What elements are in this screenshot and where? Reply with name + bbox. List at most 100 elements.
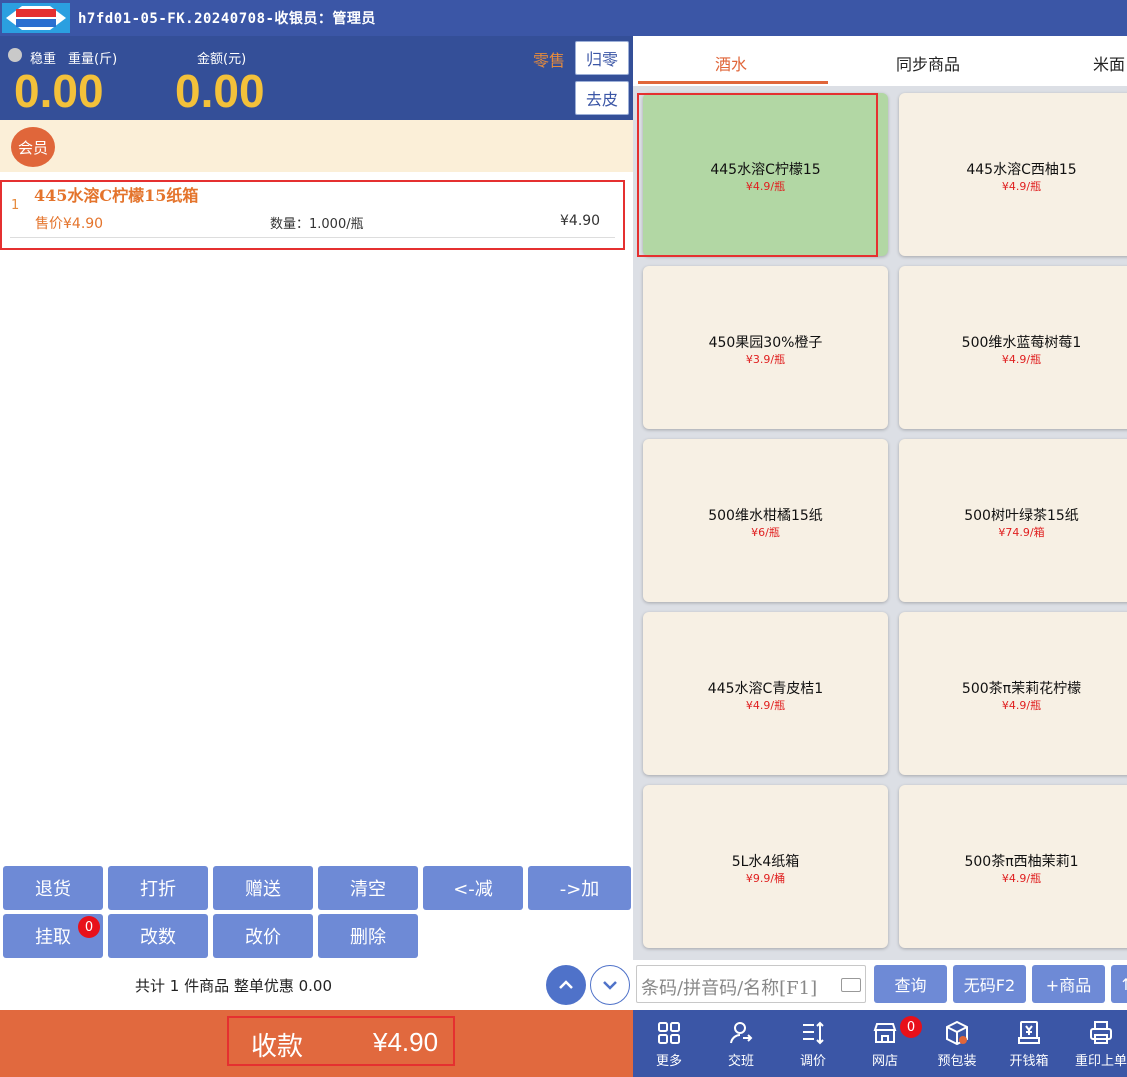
increase-button[interactable]: ->加 [528, 866, 631, 910]
member-bar: 会员 [0, 120, 633, 172]
grid-icon [658, 1022, 680, 1044]
store-icon [873, 1023, 897, 1043]
price-adjust-button[interactable]: 调价 [777, 1010, 849, 1077]
decrease-button[interactable]: <-减 [423, 866, 523, 910]
bottom-toolbar: 更多 交班 调价 网店 0 预包装 开钱箱 重印上单 [633, 1010, 1127, 1077]
no-code-button[interactable]: 无码F2 [953, 965, 1026, 1003]
item-quantity: 数量：1.000/瓶 [270, 217, 364, 232]
zero-button[interactable]: 归零 [575, 41, 629, 75]
open-cashbox-button[interactable]: 开钱箱 [993, 1010, 1065, 1077]
more-button[interactable]: 更多 [633, 1010, 705, 1077]
return-button[interactable]: 退货 [3, 866, 103, 910]
product-card[interactable]: 500树叶绿茶15纸 ¥74.9/箱 [899, 439, 1127, 602]
cashbox-label: 开钱箱 [1009, 1054, 1049, 1069]
cashbox-icon [1018, 1021, 1040, 1044]
chevron-down-icon [603, 981, 617, 990]
tare-button[interactable]: 去皮 [575, 81, 629, 115]
checkout-bar: 收款 ¥4.90 [0, 1010, 633, 1077]
more-label: 更多 [655, 1054, 682, 1069]
item-divider [10, 237, 615, 238]
reprint-button[interactable]: 重印上单 [1065, 1010, 1127, 1077]
tab-sync-products[interactable]: 同步商品 [896, 51, 960, 75]
window-title: h7fd01-05-FK.20240708-收银员：管理员 [78, 11, 376, 27]
tab-rice-noodles[interactable]: 米面 [1093, 51, 1125, 75]
product-price: ¥6/瓶 [751, 526, 780, 539]
product-card[interactable]: 5L水4纸箱 ¥9.9/桶 [643, 785, 888, 948]
product-price: ¥4.9/瓶 [1001, 353, 1042, 366]
weight-value: 0.00 [14, 65, 104, 117]
tab-drinks[interactable]: 酒水 [715, 51, 747, 75]
printer-icon [1090, 1021, 1112, 1044]
member-button[interactable]: 会员 [11, 127, 55, 167]
product-name: 445水溶C青皮桔1 [707, 681, 824, 697]
package-icon [946, 1020, 968, 1046]
product-card[interactable]: 500茶π茉莉花柠檬 ¥4.9/瓶 [899, 612, 1127, 775]
clear-button[interactable]: 清空 [318, 866, 418, 910]
checkout-label: 收款 [251, 1032, 304, 1062]
product-price: ¥74.9/箱 [998, 526, 1045, 539]
item-index: 1 [11, 198, 20, 213]
category-tabs: 酒水 同步商品 米面 [633, 36, 1127, 86]
discount-button[interactable]: 打折 [108, 866, 208, 910]
hold-count-badge: 0 [78, 916, 100, 938]
change-price-button[interactable]: 改价 [213, 914, 313, 958]
gift-button[interactable]: 赠送 [213, 866, 313, 910]
product-name: 500维水柑橘15纸 [708, 508, 823, 524]
cart-item[interactable]: 1 445水溶C柠檬15纸箱 售价¥4.90 数量：1.000/瓶 ¥4.90 [0, 180, 625, 250]
product-price: ¥4.9/瓶 [1001, 699, 1042, 712]
user-shift-icon [730, 1022, 753, 1044]
shift-label: 交班 [727, 1054, 754, 1069]
price-adjust-icon [803, 1021, 824, 1045]
product-price: ¥4.9/瓶 [1001, 872, 1042, 885]
price-adjust-label: 调价 [799, 1054, 826, 1069]
more-arrow-button[interactable]: ↑ [1111, 965, 1127, 1003]
selected-product-highlight [637, 93, 878, 257]
product-price: ¥9.9/桶 [745, 872, 786, 885]
title-bar: h7fd01-05-FK.20240708-收银员：管理员 [0, 0, 1127, 36]
product-name: 500维水蓝莓树莓1 [961, 335, 1082, 351]
active-tab-indicator [638, 81, 828, 84]
app-logo [2, 3, 70, 33]
product-price: ¥3.9/瓶 [745, 353, 786, 366]
change-qty-button[interactable]: 改数 [108, 914, 208, 958]
sale-mode-label: 零售 [533, 51, 566, 70]
product-card[interactable]: 450果园30%橙子 ¥3.9/瓶 [643, 266, 888, 429]
order-summary: 共计 1 件商品 整单优惠 0.00 [135, 977, 333, 995]
product-name: 500茶π西柚茉莉1 [964, 854, 1079, 870]
scroll-up-button[interactable] [546, 965, 586, 1005]
scroll-down-button[interactable] [590, 965, 630, 1005]
search-row: 条码/拼音码/名称[F1] 查询 无码F2 +商品 ↑ [633, 960, 1127, 1010]
checkout-amount: ¥4.90 [373, 1027, 439, 1057]
product-name: 500树叶绿茶15纸 [964, 508, 1079, 524]
query-button[interactable]: 查询 [874, 965, 947, 1003]
store-label: 网店 [871, 1054, 898, 1069]
product-card[interactable]: 445水溶C青皮桔1 ¥4.9/瓶 [643, 612, 888, 775]
delete-button[interactable]: 删除 [318, 914, 418, 958]
search-placeholder: 条码/拼音码/名称[F1] [641, 978, 818, 999]
amount-value: 0.00 [175, 65, 265, 117]
product-name: 5L水4纸箱 [731, 854, 800, 870]
product-card[interactable]: 500茶π西柚茉莉1 ¥4.9/瓶 [899, 785, 1127, 948]
item-subtotal: ¥4.90 [560, 213, 601, 229]
prepackage-button[interactable]: 预包装 [921, 1010, 993, 1077]
product-name: 445水溶C西柚15 [966, 162, 1077, 178]
search-input[interactable]: 条码/拼音码/名称[F1] [636, 965, 866, 1003]
chevron-up-icon [559, 980, 573, 989]
stable-indicator [8, 48, 22, 62]
product-name: 450果园30%橙子 [708, 335, 823, 351]
shift-handover-button[interactable]: 交班 [705, 1010, 777, 1077]
item-name: 445水溶C柠檬15纸箱 [34, 186, 199, 205]
prepackage-label: 预包装 [937, 1054, 977, 1069]
add-product-button[interactable]: +商品 [1032, 965, 1105, 1003]
product-name: 500茶π茉莉花柠檬 [961, 681, 1082, 697]
reprint-label: 重印上单 [1074, 1054, 1127, 1069]
keyboard-icon[interactable] [841, 978, 861, 992]
product-card[interactable]: 500维水蓝莓树莓1 ¥4.9/瓶 [899, 266, 1127, 429]
product-price: ¥4.9/瓶 [745, 699, 786, 712]
checkout-button[interactable]: 收款 ¥4.90 [227, 1016, 455, 1066]
product-card[interactable]: 500维水柑橘15纸 ¥6/瓶 [643, 439, 888, 602]
product-card[interactable]: 445水溶C西柚15 ¥4.9/瓶 [899, 93, 1127, 256]
item-price: 售价¥4.90 [35, 216, 104, 232]
store-badge: 0 [900, 1016, 922, 1038]
product-price: ¥4.9/瓶 [1001, 180, 1042, 193]
